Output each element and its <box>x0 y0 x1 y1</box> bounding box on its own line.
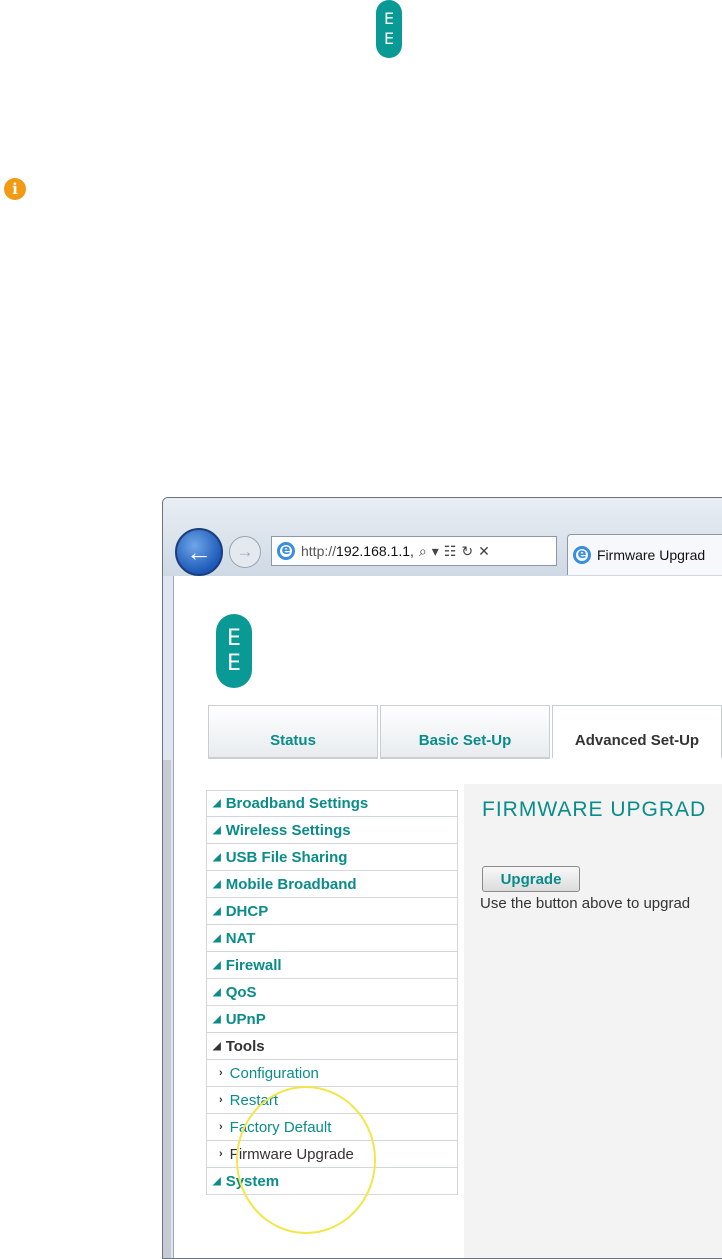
arrow-down-icon: ◢ <box>213 959 221 971</box>
arrow-down-icon: ◢ <box>213 878 221 890</box>
sidebar-item-nat[interactable]: ◢ NAT <box>206 925 458 952</box>
arrow-down-icon: ◢ <box>213 905 221 917</box>
sidebar-subitem-firmware-upgrade[interactable]: › Firmware Upgrade <box>206 1141 458 1168</box>
main-panel: FIRMWARE UPGRAD Upgrade Use the button a… <box>464 784 722 1258</box>
window-edge <box>163 760 171 1258</box>
sidebar-item-label: Factory Default <box>229 1118 332 1136</box>
sidebar-subitem-restart[interactable]: › Restart <box>206 1087 458 1114</box>
arrow-down-icon: ◢ <box>213 932 221 944</box>
sidebar-item-label: UPnP <box>225 1010 266 1028</box>
upgrade-button[interactable]: Upgrade <box>482 866 580 892</box>
tab-status[interactable]: Status <box>208 705 378 759</box>
back-button[interactable]: ← <box>175 528 223 576</box>
arrow-down-icon: ◢ <box>213 986 221 998</box>
tab-advanced-setup[interactable]: Advanced Set-Up <box>552 705 722 759</box>
sidebar-item-usb-file-sharing[interactable]: ◢ USB File Sharing <box>206 844 458 871</box>
sidebar-item-label: DHCP <box>225 902 269 920</box>
sidebar-item-label: Firmware Upgrade <box>229 1145 354 1163</box>
sidebar: ◢ Broadband Settings ◢ Wireless Settings ◢… <box>206 790 458 1195</box>
sidebar-item-label: Configuration <box>229 1064 319 1082</box>
sidebar-item-label: USB File Sharing <box>225 848 348 866</box>
dropdown-icon[interactable]: ▾ <box>432 543 439 560</box>
address-bar[interactable]: e http://192.168.1.1, ⌕ ▾ ☷ ↻ ✕ <box>271 536 557 566</box>
url-overflow: , <box>410 543 414 559</box>
sidebar-item-label: NAT <box>225 929 256 947</box>
chevron-right-icon: › <box>219 1094 223 1106</box>
logo-letter: E <box>227 650 241 676</box>
refresh-icon[interactable]: ↻ <box>461 543 473 560</box>
forward-button[interactable]: → <box>229 536 261 568</box>
chevron-right-icon: › <box>219 1121 223 1133</box>
sidebar-item-label: QoS <box>225 983 257 1001</box>
tab-title: Firmware Upgrad <box>597 547 706 563</box>
info-symbol: i <box>12 180 18 198</box>
sidebar-item-upnp[interactable]: ◢ UPnP <box>206 1006 458 1033</box>
page-logo[interactable]: E E <box>216 614 252 688</box>
sidebar-item-label: System <box>225 1172 280 1190</box>
arrow-down-icon: ◢ <box>213 851 221 863</box>
browser-window: ← → e http://192.168.1.1, ⌕ ▾ ☷ ↻ ✕ e Fi… <box>162 497 722 1259</box>
stop-icon[interactable]: ✕ <box>478 543 490 560</box>
logo-letter: E <box>383 29 395 48</box>
arrow-down-icon: ◢ <box>213 824 221 836</box>
logo-letter: E <box>383 9 395 28</box>
ee-logo: E E <box>376 0 402 58</box>
sidebar-item-wireless-settings[interactable]: ◢ Wireless Settings <box>206 817 458 844</box>
search-icon[interactable]: ⌕ <box>419 543 427 560</box>
ie-icon: e <box>277 542 295 560</box>
back-arrow-icon: ← <box>186 536 212 567</box>
tab-basic-setup[interactable]: Basic Set-Up <box>380 705 550 759</box>
forward-arrow-icon: → <box>236 542 254 561</box>
sidebar-subitem-configuration[interactable]: › Configuration <box>206 1060 458 1087</box>
chevron-right-icon: › <box>219 1067 223 1079</box>
compatibility-icon[interactable]: ☷ <box>444 543 457 560</box>
arrow-down-icon: ◢ <box>213 1175 221 1187</box>
browser-tab[interactable]: e Firmware Upgrad <box>567 534 722 575</box>
arrow-down-icon: ◢ <box>213 1013 221 1025</box>
sidebar-item-system[interactable]: ◢ System <box>206 1168 458 1195</box>
sidebar-item-label: Restart <box>229 1091 279 1109</box>
arrow-down-icon: ◢ <box>213 798 221 809</box>
logo-letter: E <box>227 625 241 651</box>
sidebar-item-broadband-settings[interactable]: ◢ Broadband Settings <box>206 790 458 817</box>
chevron-right-icon: › <box>219 1148 223 1160</box>
sidebar-item-tools[interactable]: ◢ Tools <box>206 1033 458 1060</box>
router-page: E E Status Basic Set-Up Advanced Set-Up … <box>173 576 722 1258</box>
sidebar-item-mobile-broadband[interactable]: ◢ Mobile Broadband <box>206 871 458 898</box>
sidebar-item-dhcp[interactable]: ◢ DHCP <box>206 898 458 925</box>
sidebar-subitem-factory-default[interactable]: › Factory Default <box>206 1114 458 1141</box>
sidebar-item-label: Wireless Settings <box>225 821 351 839</box>
sidebar-item-label: Tools <box>225 1037 265 1055</box>
page-title: FIRMWARE UPGRAD <box>482 798 707 821</box>
sidebar-item-label: Firewall <box>225 956 282 974</box>
sidebar-item-qos[interactable]: ◢ QoS <box>206 979 458 1006</box>
browser-toolbar: ← → e http://192.168.1.1, ⌕ ▾ ☷ ↻ ✕ e Fi… <box>163 498 722 576</box>
main-nav: Status Basic Set-Up Advanced Set-Up <box>208 705 722 761</box>
sidebar-item-label: Mobile Broadband <box>225 875 357 893</box>
sidebar-item-firewall[interactable]: ◢ Firewall <box>206 952 458 979</box>
arrow-down-icon: ◢ <box>213 1040 221 1052</box>
tab-ie-icon: e <box>573 546 591 564</box>
upgrade-description: Use the button above to upgrad <box>480 895 691 912</box>
sidebar-item-label: Broadband Settings <box>225 795 369 812</box>
url-host: 192.168.1.1 <box>336 543 410 559</box>
info-icon: i <box>4 178 26 200</box>
url-scheme: http:// <box>301 543 337 559</box>
